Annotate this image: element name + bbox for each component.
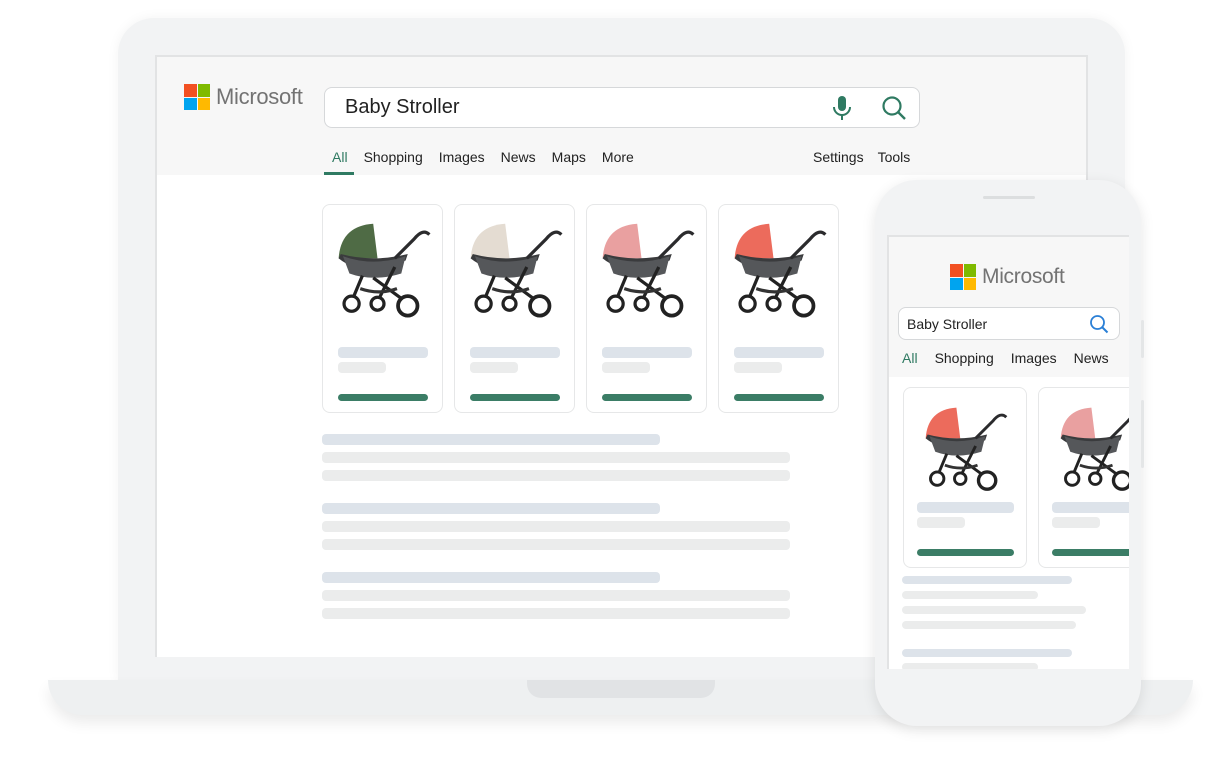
- title-placeholder: [602, 347, 692, 358]
- stroller-image: [925, 407, 1008, 491]
- tab-news[interactable]: News: [501, 149, 536, 165]
- buy-button-placeholder: [602, 394, 692, 401]
- stroller-image: [1060, 407, 1129, 491]
- price-placeholder: [734, 362, 782, 373]
- phone-tabs: All Shopping Images News: [902, 350, 1109, 366]
- phone-search-input[interactable]: Baby Stroller: [907, 316, 1089, 332]
- tab-tools[interactable]: Tools: [878, 149, 911, 165]
- price-placeholder: [1052, 517, 1100, 528]
- title-placeholder: [1052, 502, 1129, 513]
- search-icon[interactable]: [1089, 314, 1109, 334]
- price-placeholder: [338, 362, 386, 373]
- buy-button-placeholder: [338, 394, 428, 401]
- price-placeholder: [470, 362, 518, 373]
- phone: Microsoft Baby Stroller All Shopping Ima…: [875, 180, 1144, 726]
- stroller-image: [734, 223, 827, 318]
- laptop-notch: [527, 680, 715, 698]
- text-placeholder: [322, 434, 660, 445]
- brand-name: Microsoft: [216, 84, 303, 109]
- text-placeholder: [322, 572, 660, 583]
- product-card[interactable]: [903, 387, 1027, 568]
- microsoft-logo-icon: [184, 84, 210, 110]
- stroller-image: [602, 223, 695, 318]
- text-placeholder: [902, 591, 1038, 599]
- tab-maps[interactable]: Maps: [552, 149, 586, 165]
- power-button: [1141, 400, 1144, 468]
- tab-images[interactable]: Images: [1011, 350, 1057, 366]
- text-placeholder: [322, 608, 790, 619]
- text-placeholder: [322, 503, 660, 514]
- text-placeholder: [322, 521, 790, 532]
- search-tools: Settings Tools: [813, 149, 910, 165]
- search-input[interactable]: Baby Stroller: [345, 96, 831, 119]
- microsoft-logo: Microsoft: [184, 84, 303, 110]
- brand-name: Microsoft: [982, 265, 1065, 288]
- volume-button: [1141, 320, 1144, 358]
- stroller-image: [338, 223, 431, 318]
- search-icon[interactable]: [881, 95, 907, 121]
- phone-screen: Microsoft Baby Stroller All Shopping Ima…: [887, 235, 1129, 669]
- search-tabs: All Shopping Images News Maps More: [332, 149, 634, 165]
- microphone-icon[interactable]: [831, 95, 853, 121]
- text-placeholder: [902, 576, 1072, 584]
- microsoft-logo-icon: [950, 264, 976, 290]
- title-placeholder: [917, 502, 1014, 513]
- stroller-image: [470, 223, 563, 318]
- text-placeholder: [322, 590, 790, 601]
- product-card[interactable]: [718, 204, 839, 413]
- text-placeholder: [322, 539, 790, 550]
- title-placeholder: [338, 347, 428, 358]
- buy-button-placeholder: [734, 394, 824, 401]
- buy-button-placeholder: [1052, 549, 1129, 556]
- price-placeholder: [917, 517, 965, 528]
- buy-button-placeholder: [917, 549, 1014, 556]
- tab-news[interactable]: News: [1074, 350, 1109, 366]
- product-card[interactable]: [1038, 387, 1129, 568]
- text-placeholder: [902, 649, 1072, 657]
- product-card[interactable]: [454, 204, 575, 413]
- tab-shopping[interactable]: Shopping: [364, 149, 423, 165]
- phone-search-box[interactable]: Baby Stroller: [898, 307, 1120, 340]
- text-placeholder: [902, 606, 1086, 614]
- tab-shopping[interactable]: Shopping: [935, 350, 994, 366]
- tab-all[interactable]: All: [332, 149, 348, 165]
- active-tab-indicator: [324, 172, 354, 175]
- buy-button-placeholder: [470, 394, 560, 401]
- text-placeholder: [902, 621, 1076, 629]
- title-placeholder: [470, 347, 560, 358]
- product-card[interactable]: [586, 204, 707, 413]
- tab-images[interactable]: Images: [439, 149, 485, 165]
- text-placeholder: [322, 452, 790, 463]
- microsoft-logo: Microsoft: [950, 264, 1065, 290]
- text-placeholder: [902, 663, 1038, 669]
- tab-more[interactable]: More: [602, 149, 634, 165]
- tab-settings[interactable]: Settings: [813, 149, 864, 165]
- product-card[interactable]: [322, 204, 443, 413]
- text-placeholder: [322, 470, 790, 481]
- search-box[interactable]: Baby Stroller: [324, 87, 920, 128]
- price-placeholder: [602, 362, 650, 373]
- tab-all[interactable]: All: [902, 350, 918, 366]
- title-placeholder: [734, 347, 824, 358]
- phone-speaker: [983, 196, 1035, 199]
